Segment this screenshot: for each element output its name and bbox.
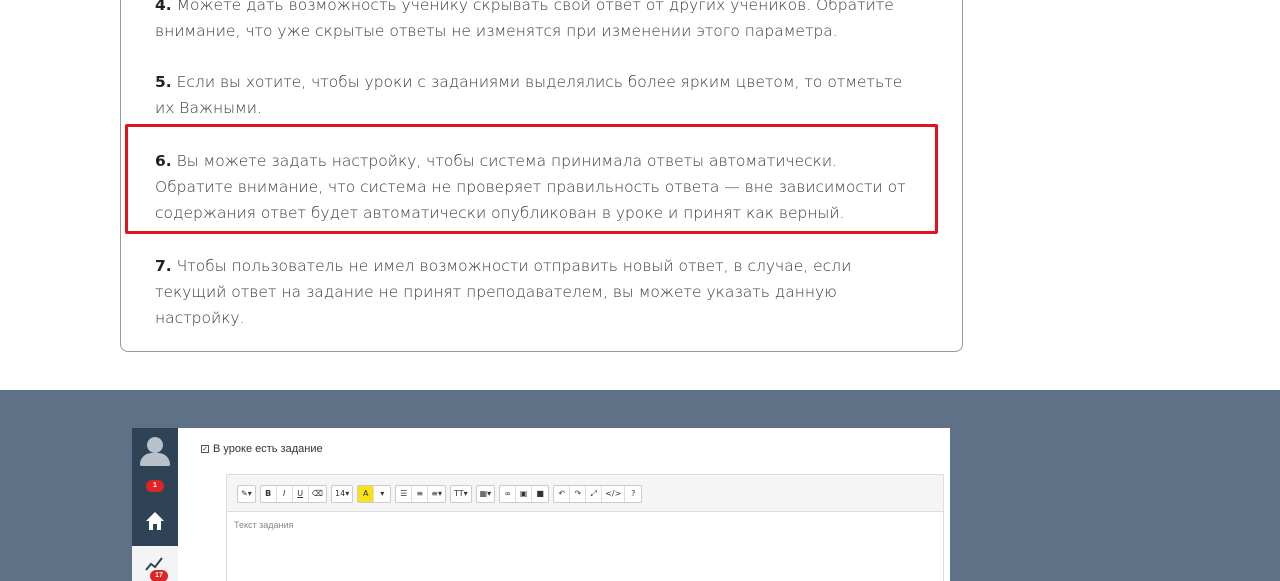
- task-checkbox-label: В уроке есть задание: [213, 443, 323, 455]
- embedded-screenshot: 1 17 ✓ В уроке есть задание ✎▾ B I U ⌫ 1…: [132, 428, 950, 581]
- italic-button[interactable]: I: [277, 486, 293, 502]
- redo-icon[interactable]: ↷: [570, 486, 587, 502]
- task-checkbox[interactable]: ✓ В уроке есть задание: [201, 443, 323, 455]
- video-icon[interactable]: ■: [532, 486, 548, 502]
- avatar-body: [140, 453, 170, 466]
- undo-icon[interactable]: ↶: [554, 486, 571, 502]
- editor-placeholder: Текст задания: [234, 520, 294, 530]
- screenshot-sidebar: 1 17: [132, 428, 178, 581]
- checkbox-icon[interactable]: ✓: [201, 445, 209, 453]
- highlight-color-button[interactable]: A: [358, 486, 375, 502]
- sidebar-item-stats[interactable]: 17: [132, 546, 178, 581]
- magic-wand-icon[interactable]: ✎▾: [238, 486, 255, 502]
- list-ul-icon[interactable]: ☰: [396, 486, 413, 502]
- editor-toolbar: ✎▾ B I U ⌫ 14▾ A ▾ ☰ ≡ ≡▾ TT▾ ▦▾ ∞ ▣ ■ ↶…: [237, 485, 643, 505]
- instruction-text: Если вы хотите, чтобы уроки с заданиями …: [155, 73, 903, 117]
- notification-badge: 17: [150, 570, 168, 581]
- instruction-number: 7.: [155, 257, 172, 275]
- chevron-down-icon[interactable]: ▾: [374, 486, 390, 502]
- avatar-icon: [147, 437, 163, 453]
- fullscreen-icon[interactable]: ⤢: [586, 486, 603, 502]
- rich-text-editor: ✎▾ B I U ⌫ 14▾ A ▾ ☰ ≡ ≡▾ TT▾ ▦▾ ∞ ▣ ■ ↶…: [226, 474, 944, 581]
- eraser-icon[interactable]: ⌫: [309, 486, 326, 502]
- instruction-text: Можете дать возможность ученику скрывать…: [155, 0, 894, 40]
- instruction-6: 6. Вы можете задать настройку, чтобы сис…: [155, 148, 915, 226]
- align-icon[interactable]: ≡▾: [428, 486, 445, 502]
- help-button[interactable]: ?: [625, 486, 641, 502]
- underline-button[interactable]: U: [293, 486, 309, 502]
- code-icon[interactable]: </>: [602, 486, 626, 502]
- instruction-4: 4. Можете дать возможность ученику скрыв…: [155, 0, 915, 44]
- instruction-5: 5. Если вы хотите, чтобы уроки с задания…: [155, 69, 915, 121]
- instruction-7: 7. Чтобы пользователь не имел возможност…: [155, 253, 915, 331]
- table-icon[interactable]: ▦▾: [477, 486, 495, 502]
- instruction-text: Чтобы пользователь не имел возможности о…: [155, 257, 852, 327]
- bold-button[interactable]: B: [261, 486, 277, 502]
- instruction-number: 4.: [155, 0, 172, 14]
- instruction-number: 5.: [155, 73, 172, 91]
- sidebar-item-home[interactable]: [132, 500, 178, 546]
- list-ol-icon[interactable]: ≡: [412, 486, 429, 502]
- editor-textarea[interactable]: Текст задания: [227, 511, 943, 581]
- link-icon[interactable]: ∞: [500, 486, 517, 502]
- font-size-select[interactable]: 14▾: [332, 486, 352, 502]
- image-icon[interactable]: ▣: [516, 486, 533, 502]
- notification-badge: 1: [146, 480, 164, 492]
- home-icon: [146, 512, 164, 530]
- sidebar-user[interactable]: 1: [132, 428, 178, 498]
- instruction-text: Вы можете задать настройку, чтобы систем…: [155, 152, 906, 222]
- instruction-number: 6.: [155, 152, 172, 170]
- text-size-icon[interactable]: TT▾: [451, 486, 471, 502]
